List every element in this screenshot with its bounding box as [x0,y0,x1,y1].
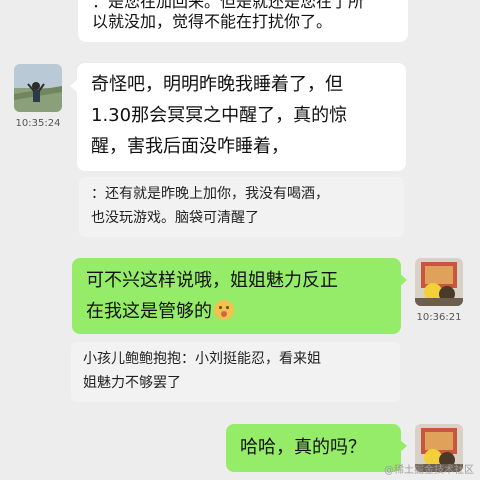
message-bubble-self[interactable]: 哈哈，真的吗？ [226,424,401,472]
message-text: 在我这是管够的 [86,296,234,327]
message-text: 1.30那会冥冥之中醒了，真的惊 [91,105,348,126]
self-avatar[interactable] [415,258,463,306]
quote-text: 也没玩游戏。脑袋可清醒了 [91,210,259,226]
quoted-message[interactable]: 小孩儿鲍鲍抱抱：小刘挺能忍，看来姐 姐魅力不够罢了 [71,342,400,402]
bubble-tail [400,274,407,286]
message-bubble-self[interactable]: 可不兴这样说哦，姐姐魅力反正 在我这是管够的 [72,258,401,334]
message-text: 醒，害我后面没咋睡着， [91,136,289,157]
quoted-message[interactable]: ：还有就是昨晚上加你，我没有喝酒， 也没玩游戏。脑袋可清醒了 [79,177,404,237]
friend-avatar[interactable] [14,64,62,112]
watermark: @稀土掘金技术社区 [384,465,474,476]
message-bubble-friend[interactable]: 奇怪吧，明明昨晚我睡着了，但 1.30那会冥冥之中醒了，真的惊 醒，害我后面没咋… [77,63,406,171]
emoji-icon [214,300,234,320]
message-bubble-top[interactable]: ：是您在加回来。但是就还是您在了所 以就没加，觉得不能在打扰你了。 [78,0,408,42]
quote-text: 姐魅力不够罢了 [83,375,181,391]
quote-text: ：还有就是昨晚上加你，我没有喝酒， [91,186,329,202]
message-text: 可不兴这样说哦，姐姐魅力反正 [86,270,338,291]
message-time: 10:36:21 [416,312,462,323]
message-time: 10:35:24 [15,118,61,129]
message-text: 哈哈，真的吗？ [240,437,366,458]
message-text: 以就没加，觉得不能在打扰你了。 [92,12,333,31]
bubble-tail [400,440,407,452]
message-text-content: 在我这是管够的 [86,301,212,322]
message-text: 奇怪吧，明明昨晚我睡着了，但 [91,74,343,95]
bubble-tail [70,80,77,92]
quote-text: 小孩儿鲍鲍抱抱：小刘挺能忍，看来姐 [83,351,321,367]
